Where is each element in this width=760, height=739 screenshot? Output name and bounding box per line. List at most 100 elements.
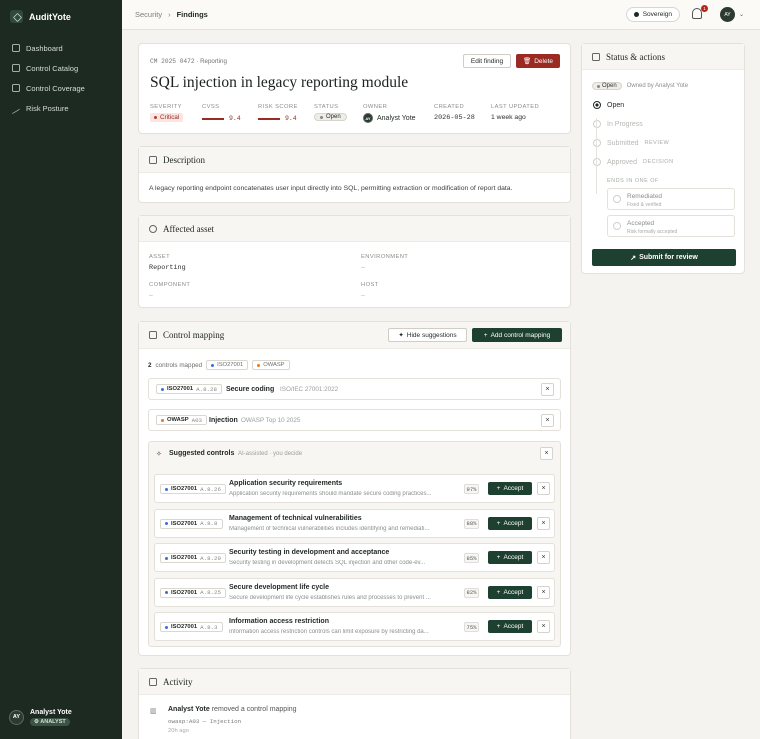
cvss-bar [202, 117, 224, 120]
cvss-field: CVSS 9.4 [202, 104, 241, 122]
user-profile[interactable]: AY Analyst Yote ⚙ ANALYST [6, 704, 116, 730]
chevron-down-icon[interactable]: ⌄ [739, 11, 744, 18]
plus-icon: + [496, 623, 501, 631]
created-field: CREATED 2026-05-28 [434, 104, 475, 122]
accept-button[interactable]: + Accept [488, 585, 532, 599]
sidebar: AuditYote Dashboard Control Catalog Cont… [0, 0, 122, 739]
confidence-score: 82% [464, 587, 479, 598]
dismiss-suggestion-button[interactable]: × [537, 551, 550, 565]
filter-chip-iso[interactable]: ISO27001 [206, 360, 249, 370]
breadcrumb: Security › Findings [135, 10, 208, 19]
activity-icon [149, 677, 157, 686]
suggested-control-row: ISO27001 A.8.25 Secure development life cy… [154, 577, 555, 607]
dismiss-suggestion-button[interactable]: × [537, 585, 550, 599]
framework-chip: OWASP A03 [156, 415, 208, 425]
add-control-mapping-button[interactable]: + Add control mapping [472, 328, 562, 342]
accept-button[interactable]: + Accept [488, 620, 532, 634]
suggested-control-row: ISO27001 A.8.8 Management of technical vul… [154, 508, 555, 538]
suggestion-description: Security testing in development detects … [229, 560, 426, 567]
clipboard-icon [592, 52, 600, 61]
affected-asset-card: Affected asset ASSET Reporting ENVIRONMEN… [138, 215, 571, 308]
mapped-summary: 2 controls mapped ISO27001 OWASP [148, 360, 290, 370]
accept-button[interactable]: + Accept [488, 482, 532, 495]
sparkle-icon: ✦ [398, 332, 404, 339]
suggestion-title: Security testing in development and acce… [229, 549, 390, 557]
control-source: OWASP Top 10 2025 [241, 417, 301, 424]
accept-button[interactable]: + Accept [488, 551, 532, 565]
dismiss-suggestion-button[interactable]: × [537, 516, 550, 530]
app-brand[interactable]: AuditYote [10, 10, 71, 23]
hide-suggestions-button[interactable]: ✦ Hide suggestions [388, 328, 467, 342]
user-menu-avatar[interactable]: AY [720, 7, 735, 22]
suggestion-title: Application security requirements [229, 480, 343, 487]
close-suggestions-button[interactable]: × [540, 447, 553, 460]
map-icon [12, 84, 20, 92]
sidebar-item-dashboard[interactable]: Dashboard [0, 38, 122, 58]
framework-chip: ISO27001 A.8.29 [160, 553, 226, 564]
close-icon: × [545, 417, 550, 424]
accept-button[interactable]: + Accept [488, 516, 532, 530]
confidence-score: 75% [464, 622, 479, 633]
status-badge: Open [314, 113, 347, 121]
plus-icon: + [496, 554, 501, 562]
avatar: AY [9, 709, 24, 725]
finding-meta: CM 2025 0472 · Reporting [150, 58, 227, 65]
close-icon: × [541, 623, 546, 631]
plus-icon: + [496, 485, 501, 492]
framework-chip: ISO27001 A.8.8 [160, 518, 223, 529]
remove-mapping-button[interactable]: × [541, 383, 554, 396]
sidebar-item-control-catalog[interactable]: Control Catalog [0, 58, 122, 78]
status-badge: Open [592, 82, 622, 90]
submit-for-review-button[interactable]: ↗ Submit for review [592, 249, 736, 266]
suggestion-description: Information access restriction controls … [229, 629, 429, 636]
framework-chip: ISO27001 A.8.28 [156, 384, 222, 394]
close-icon: × [545, 386, 550, 393]
filter-chip-owasp[interactable]: OWASP [252, 360, 290, 370]
suggested-control-row: ISO27001 A.8.3 Information access restrict… [154, 612, 555, 642]
step-open: Open [593, 101, 624, 109]
activity-detail: owasp:A03 — Injection [168, 718, 242, 725]
owner-field: OWNER AY Analyst Yote [363, 104, 416, 123]
dismiss-suggestion-button[interactable]: × [537, 482, 550, 495]
trash-icon: 🗑 [522, 58, 532, 65]
severity-field: SEVERITY Critical [150, 104, 184, 122]
edit-finding-button[interactable]: Edit finding [463, 54, 511, 68]
step-submitted: Submitted REVIEW [593, 139, 669, 147]
delete-button[interactable]: 🗑 Delete [516, 54, 560, 68]
suggested-control-row: ISO27001 A.8.26 Application security requi… [154, 474, 555, 503]
sidebar-item-control-coverage[interactable]: Control Coverage [0, 78, 122, 98]
trend-icon [12, 101, 20, 115]
plus-icon: + [496, 519, 501, 527]
activity-entry: Analyst Yote removed a control mapping [168, 706, 297, 713]
severity-badge: Critical [150, 113, 184, 122]
remove-mapping-button[interactable]: × [541, 414, 554, 427]
activity-header: Activity [139, 669, 570, 695]
sidebar-item-risk-posture[interactable]: Risk Posture [0, 98, 122, 118]
suggestion-title: Management of technical vulnerabilities [229, 514, 362, 522]
arrow-icon: ↗ [630, 254, 637, 262]
suggestion-description: Management of technical vulnerabilities … [229, 525, 430, 532]
mapped-control-row: OWASP A03 Injection OWASP Top 10 2025 × [148, 409, 561, 431]
risk-bar [258, 117, 280, 120]
close-icon: × [541, 588, 546, 596]
box-icon [149, 224, 157, 233]
close-icon: × [541, 519, 546, 527]
chevron-right-icon: › [168, 10, 171, 19]
breadcrumb-security[interactable]: Security [135, 10, 162, 19]
mapped-control-row: ISO27001 A.8.28 Secure coding ISO/IEC 270… [148, 378, 561, 400]
dismiss-suggestion-button[interactable]: × [537, 620, 550, 634]
asset-value: Reporting [149, 264, 186, 272]
environment-selector[interactable]: Sovereign [625, 7, 680, 22]
plus-icon: + [483, 331, 488, 339]
suggestion-title: Secure development life cycle [229, 583, 329, 591]
updated-field: LAST UPDATED 1 week ago [491, 104, 540, 121]
list-icon [12, 64, 20, 72]
owner-avatar: AY [363, 113, 373, 123]
step-in-progress: In Progress [593, 120, 643, 128]
topbar: Security › Findings Sovereign 1 AY ⌄ [122, 0, 760, 30]
app-name: AuditYote [29, 11, 71, 22]
framework-chip: ISO27001 A.8.26 [160, 484, 226, 494]
plus-icon: + [496, 588, 501, 596]
sparkle-icon: ✧ [156, 451, 162, 458]
control-name: Secure coding [226, 386, 275, 393]
